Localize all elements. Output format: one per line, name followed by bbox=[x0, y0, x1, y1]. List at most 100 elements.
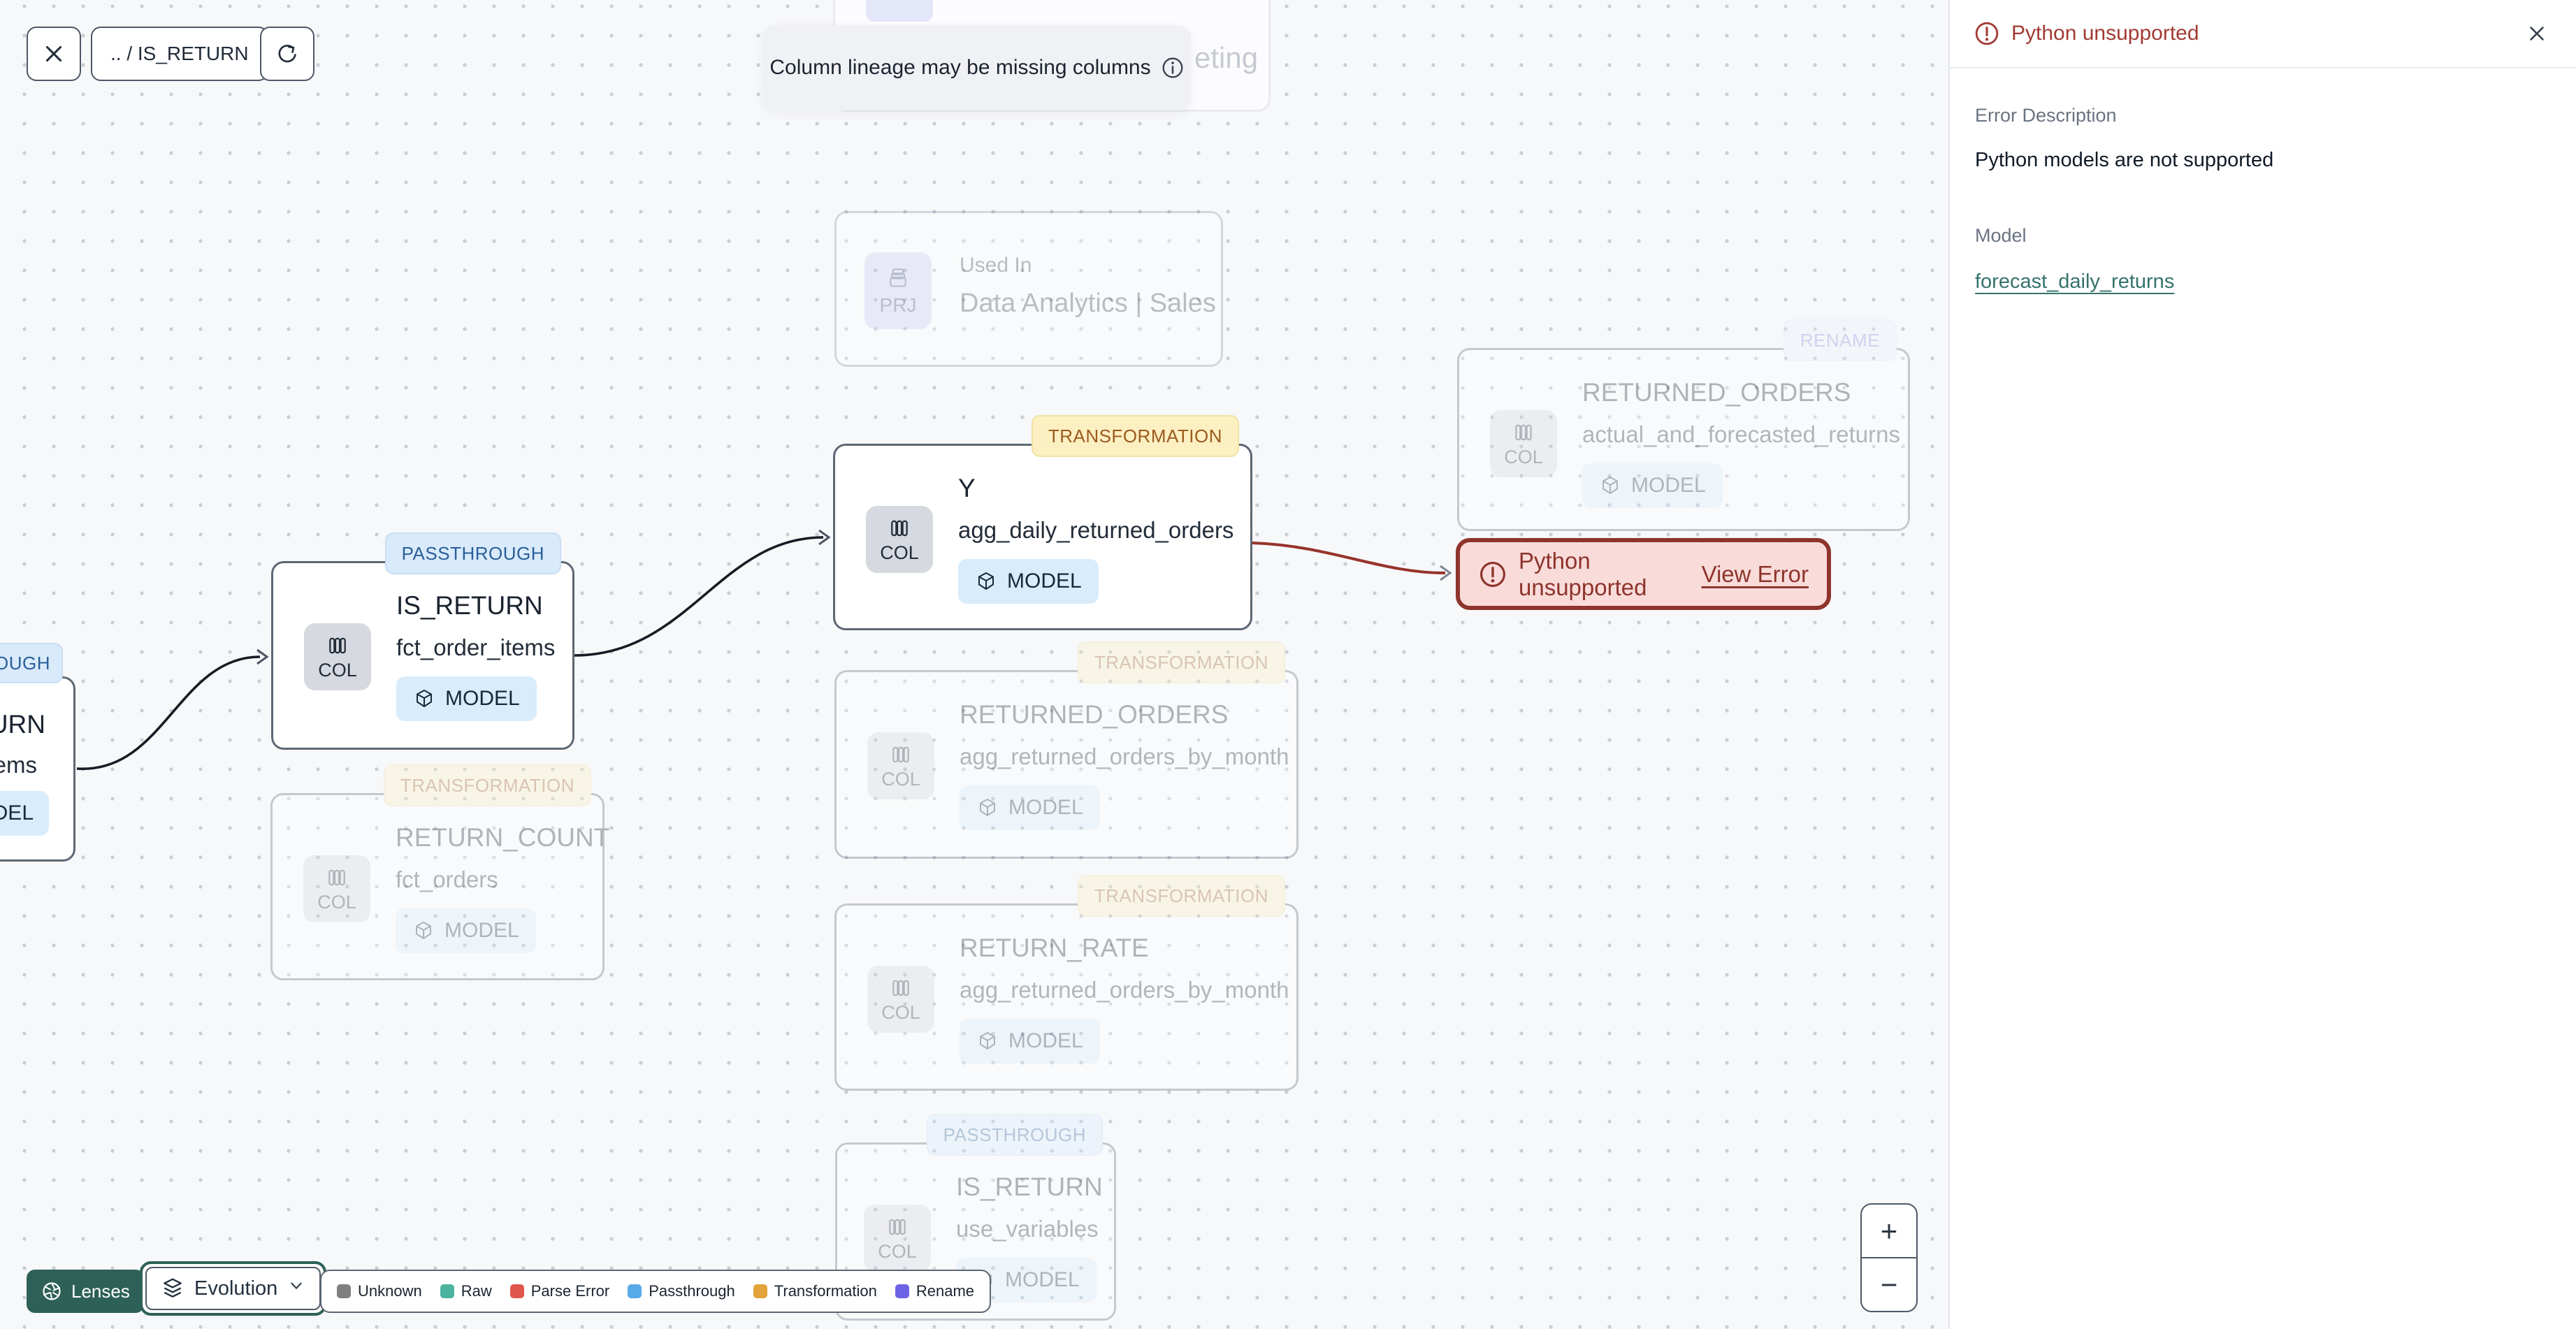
cube-icon bbox=[976, 1030, 999, 1052]
column-badge-label: COL bbox=[878, 1240, 917, 1262]
lineage-warning-banner: Column lineage may be missing columns bbox=[763, 25, 1191, 110]
node-agg-daily-returned-orders[interactable]: TRANSFORMATION COL Y agg_daily_returned_… bbox=[833, 415, 1252, 630]
arrowhead-icon bbox=[1440, 565, 1452, 581]
lenses-button[interactable]: Lenses bbox=[27, 1270, 144, 1313]
view-error-link[interactable]: View Error bbox=[1702, 561, 1809, 588]
banner-text: Column lineage may be missing columns bbox=[769, 56, 1151, 79]
passthrough-badge: PASSTHROUGH bbox=[926, 1114, 1103, 1156]
panel-header: Python unsupported bbox=[1950, 0, 2576, 68]
error-detail-panel: Python unsupported Error Description Pyt… bbox=[1948, 0, 2576, 1329]
columns-icon bbox=[887, 516, 912, 541]
model-chip-label: MODEL bbox=[1631, 474, 1706, 497]
panel-title: Python unsupported bbox=[2011, 22, 2199, 45]
column-badge: COL bbox=[866, 506, 933, 573]
node-title: RETURN_RATE bbox=[960, 934, 1149, 962]
model-label: Model bbox=[1975, 225, 2027, 246]
legend-item: Passthrough bbox=[628, 1282, 735, 1300]
model-chip-label: MODEL bbox=[1008, 796, 1083, 819]
panel-close-button[interactable] bbox=[2521, 18, 2552, 49]
passthrough-badge: OUGH bbox=[0, 643, 63, 683]
node-subtitle: fct_order_items bbox=[396, 634, 556, 660]
arrowhead-icon bbox=[256, 648, 269, 665]
aperture-icon bbox=[41, 1280, 63, 1302]
node-subtitle: fct_orders bbox=[396, 866, 498, 892]
model-chip: MODEL bbox=[960, 785, 1100, 830]
info-icon[interactable] bbox=[1161, 56, 1185, 80]
columns-icon bbox=[888, 975, 913, 1001]
column-badge-label: COL bbox=[317, 891, 356, 913]
breadcrumb[interactable]: .. / IS_RETURN bbox=[91, 27, 268, 81]
lineage-canvas[interactable]: eting OUGH URN ems DEL PASSTHROUGH COL I… bbox=[0, 0, 1948, 1329]
model-chip: MODEL bbox=[958, 559, 1099, 604]
model-chip-label: MODEL bbox=[1007, 569, 1082, 593]
node-title: RETURNED_ORDERS bbox=[960, 700, 1229, 729]
model-chip-label: MODEL bbox=[444, 919, 519, 942]
legend-swatch bbox=[753, 1284, 767, 1298]
transformation-badge: TRANSFORMATION bbox=[1031, 415, 1239, 457]
project-badge: PRJ bbox=[864, 252, 932, 329]
edge-agg-daily-to-error bbox=[1252, 542, 1446, 574]
node-fct-order-items[interactable]: PASSTHROUGH COL IS_RETURN fct_order_item… bbox=[271, 532, 574, 750]
node-subtitle: Data Analytics | Sales bbox=[960, 289, 1216, 318]
transformation-badge: TRANSFORMATION bbox=[1077, 641, 1285, 683]
error-description-label: Error Description bbox=[1975, 105, 2117, 126]
lenses-label: Lenses bbox=[71, 1280, 130, 1302]
node-title: Y bbox=[958, 474, 976, 502]
layers-icon bbox=[161, 1277, 184, 1300]
lens-select[interactable]: Evolution bbox=[145, 1267, 321, 1310]
node-title: RETURNED_ORDERS bbox=[1582, 378, 1851, 407]
columns-icon bbox=[1511, 420, 1536, 445]
chevron-down-icon bbox=[287, 1277, 305, 1300]
model-chip: MODEL bbox=[396, 676, 537, 721]
warning-icon bbox=[1478, 560, 1507, 589]
node-title-fragment: URN bbox=[0, 710, 45, 739]
cube-icon bbox=[976, 797, 999, 819]
column-badge-label: COL bbox=[880, 542, 919, 563]
close-lineage-button[interactable] bbox=[27, 27, 81, 81]
column-badge-label: COL bbox=[881, 1001, 920, 1023]
column-badge: COL bbox=[867, 966, 934, 1033]
node-subtitle: agg_daily_returned_orders bbox=[958, 517, 1234, 543]
legend-label: Passthrough bbox=[649, 1282, 735, 1300]
legend-item: Unknown bbox=[337, 1282, 422, 1300]
columns-icon bbox=[325, 633, 350, 658]
refresh-button[interactable] bbox=[260, 27, 314, 81]
legend-item: Transformation bbox=[753, 1282, 877, 1300]
lens-select-value: Evolution bbox=[194, 1277, 278, 1300]
model-chip: MODEL bbox=[960, 1019, 1100, 1063]
lens-legend: Unknown Raw Parse Error Passthrough Transfor… bbox=[320, 1270, 992, 1313]
close-icon bbox=[2526, 23, 2547, 44]
node-subtitle: actual_and_forecasted_returns bbox=[1582, 421, 1900, 447]
node-title: Used In bbox=[960, 254, 1032, 277]
columns-icon bbox=[885, 1214, 910, 1240]
node-title: RETURN_COUNT bbox=[396, 823, 610, 852]
lens-select-ring: Evolution bbox=[140, 1261, 327, 1316]
node-subtitle: agg_returned_orders_by_month bbox=[960, 743, 1289, 769]
model-link[interactable]: forecast_daily_returns bbox=[1975, 270, 2174, 293]
cube-icon bbox=[413, 688, 435, 710]
legend-swatch bbox=[509, 1284, 524, 1298]
column-badge: COL bbox=[304, 623, 371, 690]
project-icon bbox=[885, 265, 911, 291]
node-subtitle: agg_returned_orders_by_month bbox=[960, 977, 1289, 1003]
column-badge-label: COL bbox=[881, 768, 920, 790]
error-node-python-unsupported[interactable]: Python unsupported View Error bbox=[1456, 538, 1831, 610]
node-title: IS_RETURN bbox=[956, 1172, 1103, 1201]
columns-icon bbox=[324, 865, 349, 890]
legend-label: Rename bbox=[916, 1282, 975, 1300]
column-badge: COL bbox=[864, 1205, 931, 1272]
node-title-fragment: eting bbox=[1194, 41, 1259, 74]
arrowhead-icon bbox=[818, 529, 831, 546]
column-badge: COL bbox=[1490, 410, 1557, 477]
model-chip-label: MODEL bbox=[1005, 1268, 1080, 1291]
zoom-in-button[interactable]: + bbox=[1862, 1205, 1916, 1258]
transformation-badge: TRANSFORMATION bbox=[1077, 875, 1285, 917]
zoom-out-button[interactable]: − bbox=[1862, 1258, 1916, 1311]
legend-label: Parse Error bbox=[530, 1282, 610, 1300]
warning-icon bbox=[1974, 20, 2000, 47]
refresh-icon bbox=[275, 42, 299, 66]
legend-item: Parse Error bbox=[509, 1282, 610, 1300]
project-badge bbox=[866, 0, 933, 22]
legend-label: Raw bbox=[461, 1282, 492, 1300]
edge-fct-order-items-to-agg-daily bbox=[574, 536, 824, 657]
